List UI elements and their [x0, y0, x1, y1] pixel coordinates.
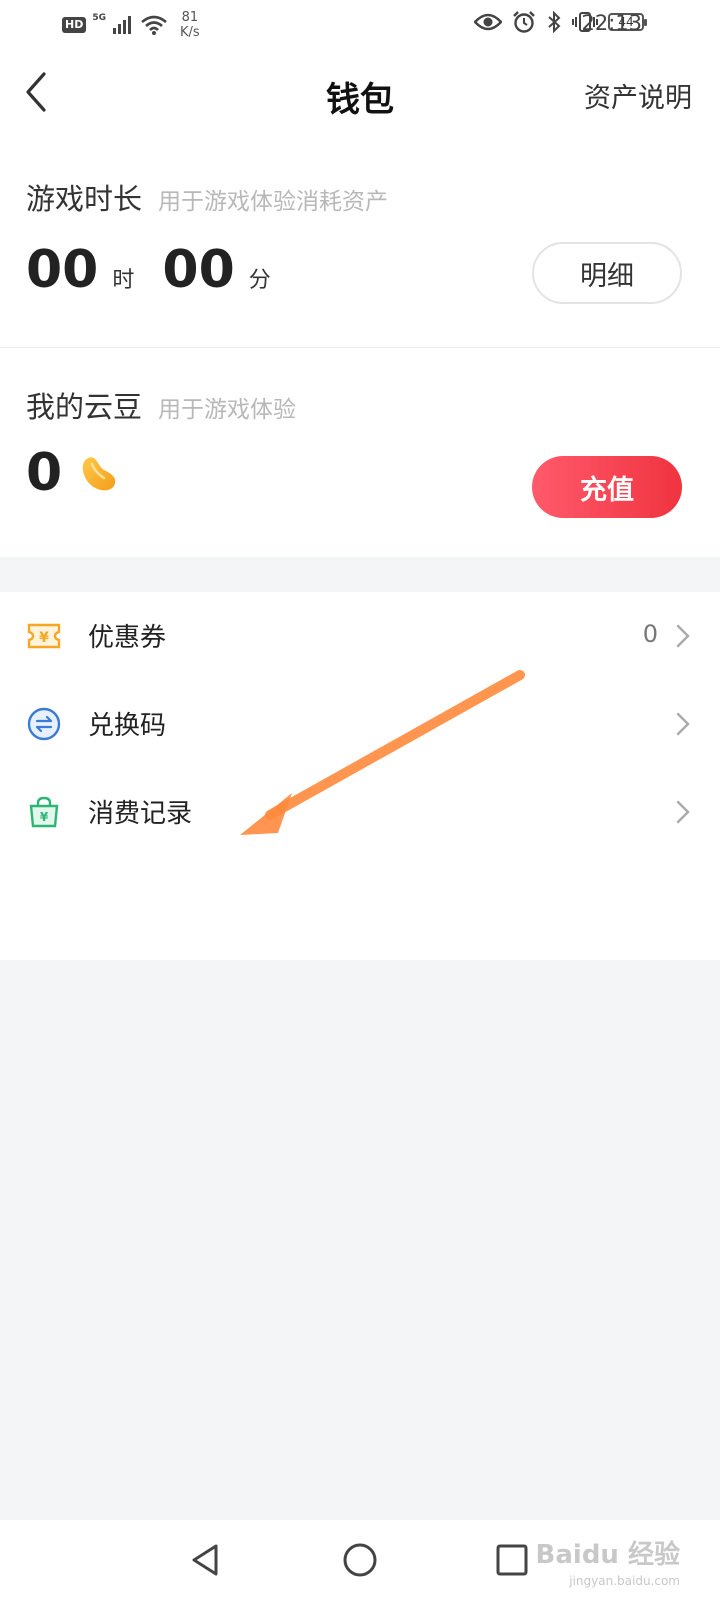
- list-item-coupons[interactable]: ¥ 优惠券 0: [0, 592, 720, 680]
- minutes-value: 00: [162, 240, 235, 300]
- detail-button[interactable]: 明细: [532, 242, 682, 304]
- hd-badge: HD: [62, 17, 87, 33]
- chevron-right-icon: [676, 712, 690, 736]
- watermark-url: jingyan.baidu.com: [569, 1574, 680, 1588]
- game-time-card: 游戏时长 用于游戏体验消耗资产 00 时 00 分 明细: [0, 140, 720, 347]
- purchase-history-label: 消费记录: [88, 799, 193, 829]
- game-time-value: 00 时 00 分: [26, 240, 299, 300]
- recharge-button[interactable]: 充值: [532, 456, 682, 518]
- system-nav-bar: Baidu 经验 jingyan.baidu.com: [0, 1520, 720, 1600]
- status-left: HD 5G 81 K/s: [62, 10, 200, 40]
- signal-icon: [113, 16, 131, 34]
- alarm-icon: [513, 11, 535, 33]
- bean-icon: [82, 457, 116, 491]
- coupons-label: 优惠券: [88, 623, 167, 653]
- hours-unit: 时: [112, 268, 135, 293]
- network-type: 5G: [92, 13, 106, 23]
- cloud-beans-card: 我的云豆 用于游戏体验 0 充值: [0, 347, 720, 557]
- redeem-code-label: 兑换码: [88, 711, 167, 741]
- wifi-icon: [141, 15, 167, 35]
- wallet-menu-list: ¥ 优惠券 0 兑换码 ¥ 消费记录: [0, 592, 720, 960]
- chevron-right-icon: [676, 800, 690, 824]
- watermark-logo: Baidu 经验: [535, 1540, 680, 1570]
- clock: 22:13: [581, 11, 642, 35]
- list-item-redeem-code[interactable]: 兑换码: [0, 680, 720, 768]
- cloud-beans-header: 我的云豆 用于游戏体验: [26, 384, 296, 426]
- beans-amount: 0: [26, 443, 63, 503]
- speed-value: 81: [181, 10, 199, 25]
- minutes-unit: 分: [248, 268, 271, 293]
- shopping-bag-icon: ¥: [29, 796, 59, 828]
- game-time-title: 游戏时长: [26, 182, 143, 216]
- coupons-count: 0: [642, 620, 658, 648]
- nav-recents-icon[interactable]: [490, 1538, 534, 1582]
- speed-unit: K/s: [180, 25, 200, 40]
- nav-bar: 钱包 资产说明: [0, 48, 720, 140]
- network-speed: 81 K/s: [180, 10, 200, 40]
- nav-home-icon[interactable]: [338, 1538, 382, 1582]
- exchange-icon: [27, 707, 61, 741]
- bluetooth-icon: [548, 10, 561, 34]
- chevron-right-icon: [676, 624, 690, 648]
- eye-icon: [474, 13, 502, 31]
- asset-info-link[interactable]: 资产说明: [584, 76, 692, 115]
- game-time-header: 游戏时长 用于游戏体验消耗资产: [26, 176, 388, 218]
- svg-text:¥: ¥: [40, 810, 49, 824]
- coupon-icon: ¥: [27, 623, 61, 649]
- cloud-beans-value: 0: [26, 443, 120, 503]
- svg-text:¥: ¥: [39, 630, 49, 646]
- nav-back-icon[interactable]: [184, 1538, 228, 1582]
- cloud-beans-title: 我的云豆: [26, 390, 143, 424]
- cloud-beans-subtitle: 用于游戏体验: [158, 397, 297, 423]
- list-item-purchase-history[interactable]: ¥ 消费记录: [0, 768, 720, 856]
- hours-value: 00: [26, 240, 99, 300]
- game-time-subtitle: 用于游戏体验消耗资产: [158, 189, 389, 215]
- status-bar: HD 5G 81 K/s 44 22:13: [0, 0, 720, 48]
